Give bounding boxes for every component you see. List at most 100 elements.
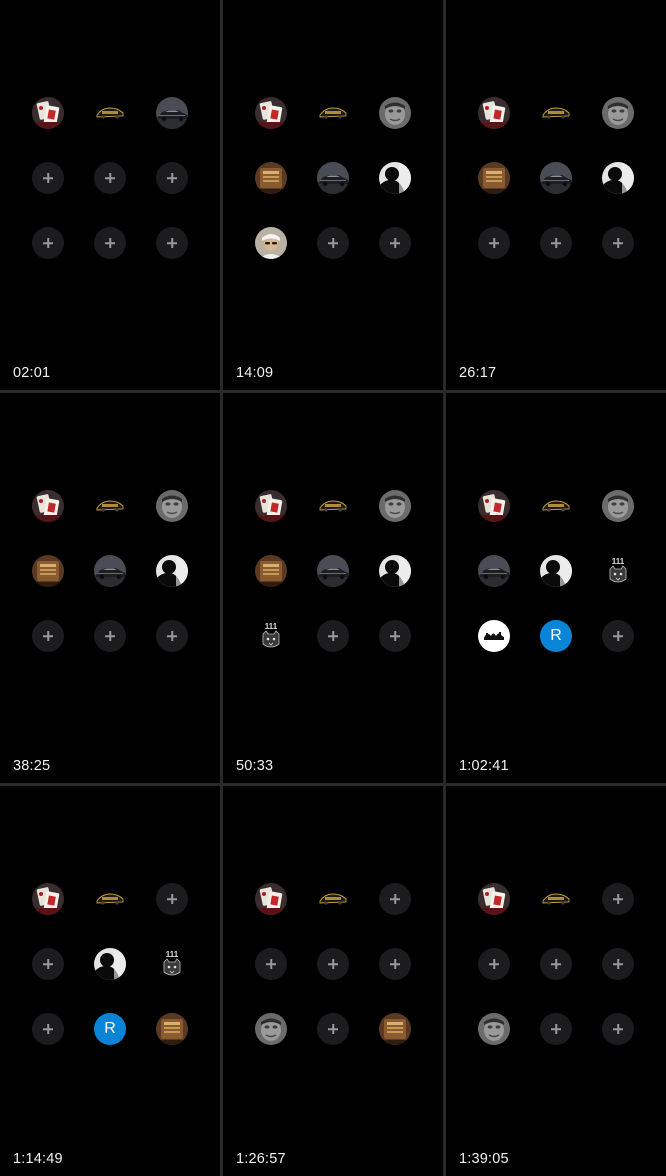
add-slot-button[interactable] xyxy=(379,620,411,652)
car-photo-avatar[interactable] xyxy=(317,555,349,587)
car-logo-avatar[interactable] xyxy=(94,97,126,129)
add-slot-button[interactable] xyxy=(156,227,188,259)
frame-panel: 38:25 xyxy=(0,393,220,783)
silhouette-avatar[interactable] xyxy=(540,555,572,587)
brown-badge-avatar[interactable] xyxy=(32,555,64,587)
add-slot-button[interactable] xyxy=(156,883,188,915)
frame-panel: 02:01 xyxy=(0,0,220,390)
brown-badge-avatar[interactable] xyxy=(255,162,287,194)
frame-panel: 1:26:57 xyxy=(223,786,443,1176)
add-slot-button[interactable] xyxy=(94,227,126,259)
car-logo-avatar[interactable] xyxy=(540,883,572,915)
add-slot-button[interactable] xyxy=(156,620,188,652)
add-slot-button[interactable] xyxy=(602,227,634,259)
brown-badge-avatar[interactable] xyxy=(255,555,287,587)
car-photo-avatar[interactable] xyxy=(94,555,126,587)
cards-avatar[interactable] xyxy=(32,97,64,129)
tiger-avatar[interactable]: 111 xyxy=(255,620,287,652)
add-slot-button[interactable] xyxy=(478,227,510,259)
tiger-avatar[interactable]: 111 xyxy=(602,555,634,587)
silhouette-avatar[interactable] xyxy=(94,948,126,980)
add-slot-button[interactable] xyxy=(540,948,572,980)
car-logo-avatar[interactable] xyxy=(317,883,349,915)
grey-face-avatar[interactable] xyxy=(478,1013,510,1045)
brown-badge-avatar[interactable] xyxy=(379,1013,411,1045)
grey-face-avatar[interactable] xyxy=(156,490,188,522)
frame-panel: 1:39:05 xyxy=(446,786,666,1176)
timestamp-label: 1:14:49 xyxy=(13,1151,63,1167)
tiger-avatar[interactable]: 111 xyxy=(156,948,188,980)
grey-face-avatar[interactable] xyxy=(379,97,411,129)
add-slot-button[interactable] xyxy=(478,948,510,980)
grey-face-avatar[interactable] xyxy=(602,97,634,129)
add-slot-button[interactable] xyxy=(94,620,126,652)
letter-avatar[interactable]: R xyxy=(540,620,572,652)
cards-avatar[interactable] xyxy=(255,883,287,915)
add-slot-button[interactable] xyxy=(602,1013,634,1045)
frame-panel: 111 50:33 xyxy=(223,393,443,783)
car-logo-avatar[interactable] xyxy=(317,97,349,129)
car-logo-avatar[interactable] xyxy=(540,97,572,129)
timestamp-label: 26:17 xyxy=(459,365,497,381)
cards-avatar[interactable] xyxy=(478,97,510,129)
silhouette-avatar[interactable] xyxy=(379,162,411,194)
frame-panel: 111 R 1:02:41 xyxy=(446,393,666,783)
timestamp-label: 1:39:05 xyxy=(459,1151,509,1167)
add-slot-button[interactable] xyxy=(317,948,349,980)
timestamp-label: 1:26:57 xyxy=(236,1151,286,1167)
cards-avatar[interactable] xyxy=(32,883,64,915)
silhouette-avatar[interactable] xyxy=(379,555,411,587)
car-logo-avatar[interactable] xyxy=(94,883,126,915)
cards-avatar[interactable] xyxy=(478,883,510,915)
cards-avatar[interactable] xyxy=(255,490,287,522)
add-slot-button[interactable] xyxy=(317,1013,349,1045)
svg-text:111: 111 xyxy=(265,622,278,631)
add-slot-button[interactable] xyxy=(602,948,634,980)
add-slot-button[interactable] xyxy=(379,227,411,259)
svg-text:111: 111 xyxy=(166,950,179,959)
car-logo-avatar[interactable] xyxy=(317,490,349,522)
add-slot-button[interactable] xyxy=(32,227,64,259)
brown-badge-avatar[interactable] xyxy=(478,162,510,194)
cards-avatar[interactable] xyxy=(255,97,287,129)
frame-panel: 14:09 xyxy=(223,0,443,390)
add-slot-button[interactable] xyxy=(317,620,349,652)
add-slot-button[interactable] xyxy=(32,948,64,980)
add-slot-button[interactable] xyxy=(94,162,126,194)
add-slot-button[interactable] xyxy=(602,620,634,652)
car-photo-avatar[interactable] xyxy=(540,162,572,194)
cards-avatar[interactable] xyxy=(478,490,510,522)
grey-face-avatar[interactable] xyxy=(379,490,411,522)
car-photo-avatar[interactable] xyxy=(156,97,188,129)
cards-avatar[interactable] xyxy=(32,490,64,522)
add-slot-button[interactable] xyxy=(602,883,634,915)
letter-avatar[interactable]: R xyxy=(94,1013,126,1045)
brown-badge-avatar[interactable] xyxy=(156,1013,188,1045)
timestamp-label: 50:33 xyxy=(236,758,274,774)
timestamp-label: 02:01 xyxy=(13,365,51,381)
add-slot-button[interactable] xyxy=(255,948,287,980)
add-slot-button[interactable] xyxy=(540,1013,572,1045)
timestamp-label: 38:25 xyxy=(13,758,51,774)
silhouette-avatar[interactable] xyxy=(156,555,188,587)
svg-text:111: 111 xyxy=(612,557,625,566)
grey-face-avatar[interactable] xyxy=(602,490,634,522)
add-slot-button[interactable] xyxy=(32,162,64,194)
add-slot-button[interactable] xyxy=(379,883,411,915)
grey-face-avatar[interactable] xyxy=(255,1013,287,1045)
add-slot-button[interactable] xyxy=(32,1013,64,1045)
car-logo-avatar[interactable] xyxy=(94,490,126,522)
car-photo-avatar[interactable] xyxy=(317,162,349,194)
person-photo-avatar[interactable] xyxy=(255,227,287,259)
white-logo-avatar[interactable] xyxy=(478,620,510,652)
car-photo-avatar[interactable] xyxy=(478,555,510,587)
add-slot-button[interactable] xyxy=(540,227,572,259)
timestamp-label: 1:02:41 xyxy=(459,758,509,774)
frame-panel: 111 R 1:14:49 xyxy=(0,786,220,1176)
add-slot-button[interactable] xyxy=(379,948,411,980)
add-slot-button[interactable] xyxy=(317,227,349,259)
car-logo-avatar[interactable] xyxy=(540,490,572,522)
add-slot-button[interactable] xyxy=(32,620,64,652)
silhouette-avatar[interactable] xyxy=(602,162,634,194)
add-slot-button[interactable] xyxy=(156,162,188,194)
